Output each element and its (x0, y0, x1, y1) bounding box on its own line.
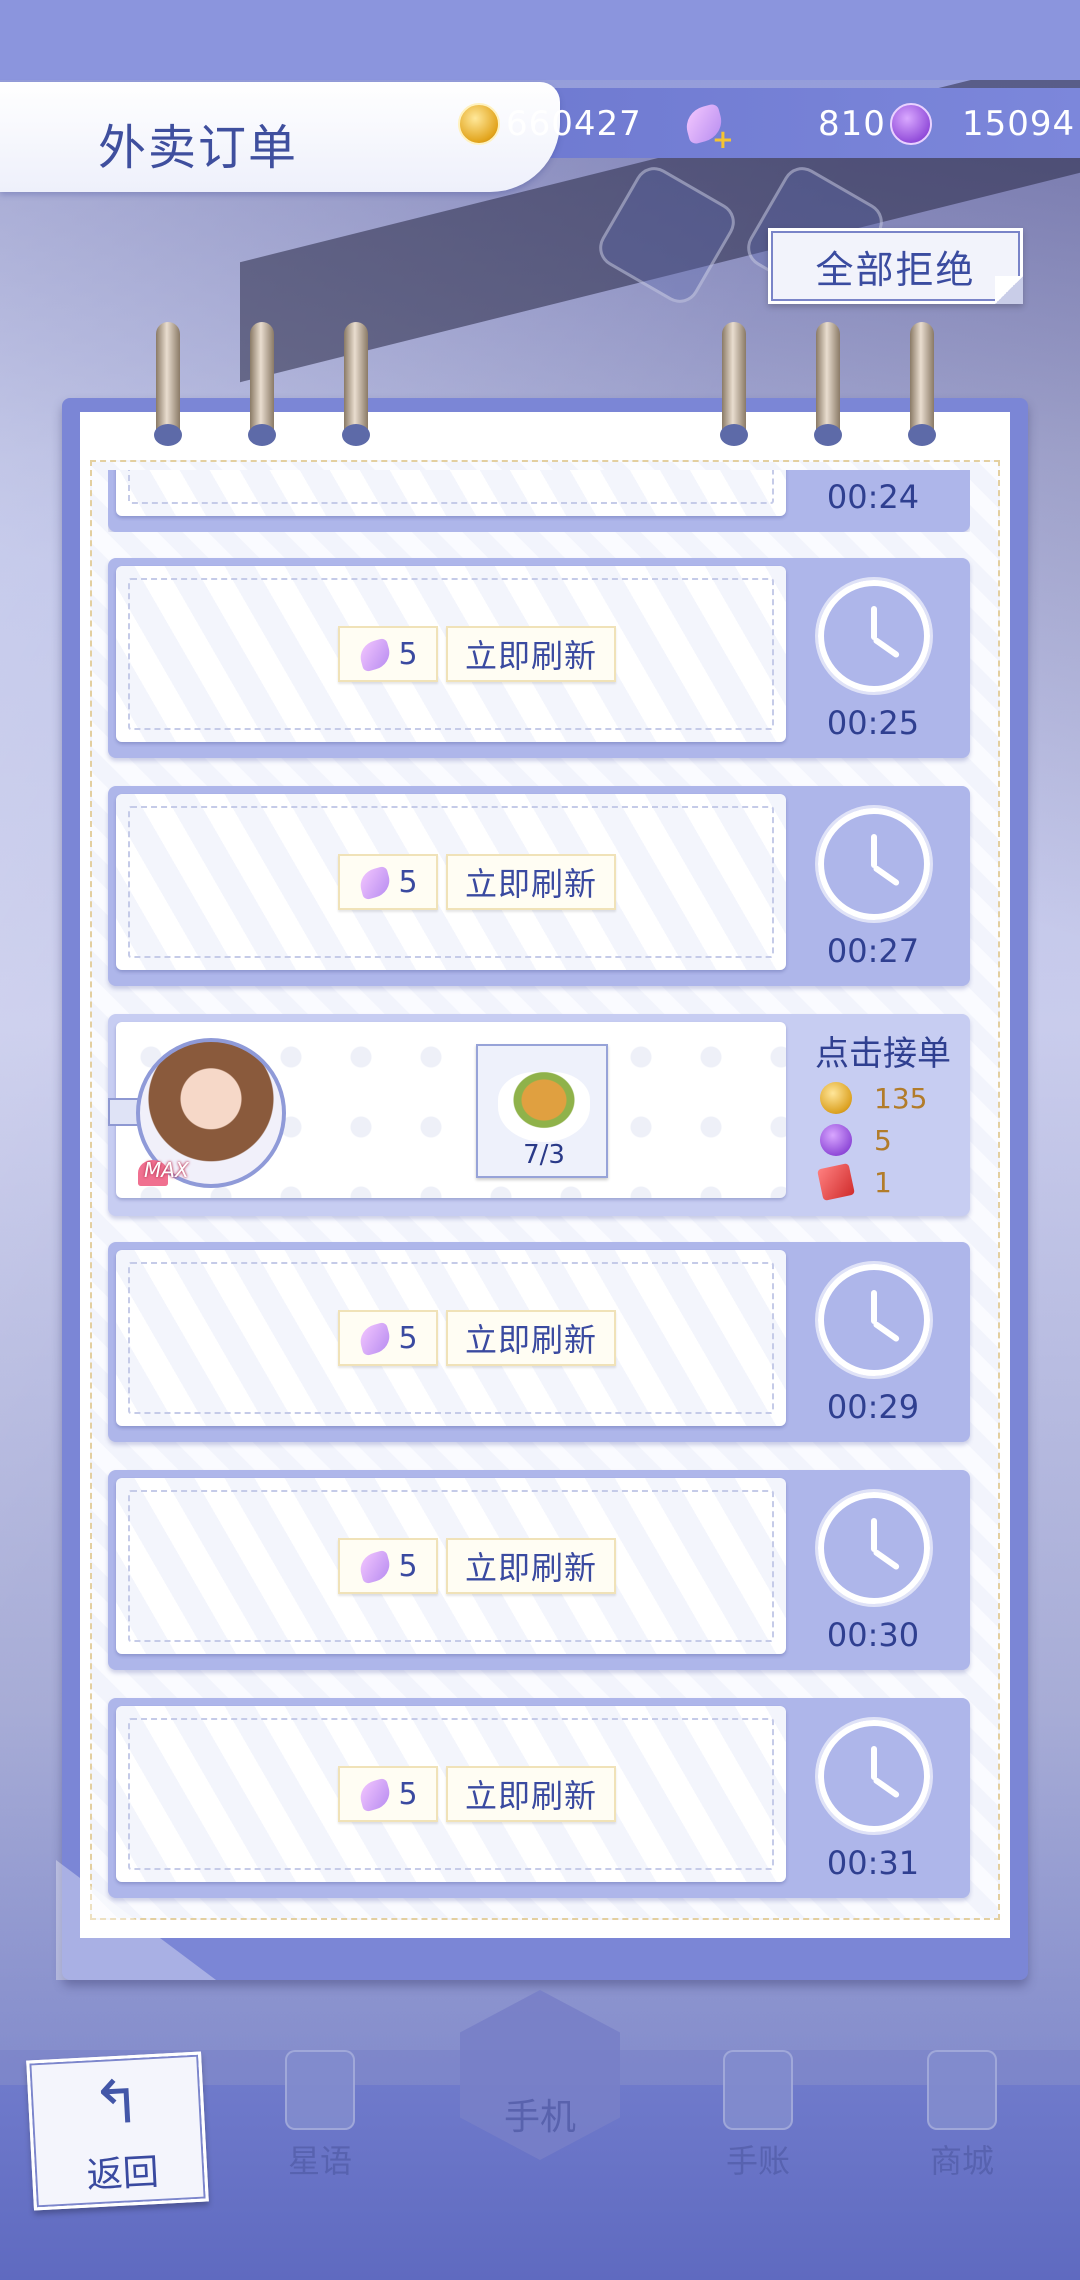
swan-feather-icon (358, 1321, 392, 1355)
order-row: 5 立即刷新 00:31 (108, 1698, 970, 1898)
binder-ring (154, 322, 182, 446)
reward-gold-value: 135 (874, 1081, 928, 1115)
swan-feather-icon (358, 1549, 392, 1583)
refresh-now-button[interactable]: 立即刷新 (446, 1310, 616, 1366)
order-row: 5 立即刷新 00:29 (108, 1242, 970, 1442)
cards-icon (285, 2050, 355, 2130)
order-card: 5 立即刷新 (116, 794, 786, 970)
gold-coin-icon (458, 103, 500, 145)
reward-ticket: 1 (817, 1162, 892, 1202)
binder-ring (814, 322, 842, 446)
refresh-now-label: 立即刷新 (464, 865, 597, 903)
swan-value: 810 (818, 104, 886, 144)
requested-item[interactable]: 7/3 (476, 1044, 608, 1178)
clock-icon (818, 580, 930, 692)
clock-icon (818, 1492, 930, 1604)
max-badge: MAX (144, 1158, 189, 1182)
back-button[interactable]: ↰ 返回 (26, 2051, 209, 2211)
shop-icon (927, 2050, 997, 2130)
clock-icon (818, 808, 930, 920)
order-timer: 00:30 (826, 1616, 920, 1654)
order-row: 5 立即刷新 00:30 (108, 1470, 970, 1670)
order-timer: 00:29 (826, 1388, 920, 1426)
refresh-now-label: 立即刷新 (464, 1549, 597, 1587)
refresh-now-button[interactable]: 立即刷新 (446, 1766, 616, 1822)
item-count: 7/3 (523, 1140, 565, 1170)
swan-feather-icon (358, 637, 392, 671)
nav-item-shop[interactable]: 商城 (897, 2040, 1027, 2180)
back-arrow-icon: ↰ (89, 2066, 144, 2140)
refresh-cost: 5 (338, 626, 438, 682)
refresh-cost-value: 5 (398, 1320, 418, 1356)
order-card: 5 立即刷新 (116, 1250, 786, 1426)
refresh-cost-value: 5 (398, 636, 418, 672)
reward-gold: 135 (820, 1078, 927, 1118)
refresh-cost: 5 (338, 1538, 438, 1594)
calendar-check-icon (723, 2050, 793, 2130)
swan-feather-plus-icon[interactable]: + (682, 101, 734, 153)
order-row-available[interactable]: MAX 7/3 点击接单 135 5 1 (108, 1014, 970, 1216)
order-row: 5 立即刷新 00:25 (108, 558, 970, 758)
refresh-cost: 5 (338, 1310, 438, 1366)
back-label: 返回 (85, 2151, 160, 2197)
binder-ring (720, 322, 748, 446)
page-fold-corner (995, 276, 1023, 304)
refresh-now-button[interactable]: 立即刷新 (446, 1538, 616, 1594)
order-card: 5 立即刷新 (116, 1478, 786, 1654)
page-title: 外卖订单 (98, 120, 299, 176)
order-row: 5 立即刷新 00:27 (108, 786, 970, 986)
smile-token-icon (820, 1124, 852, 1156)
order-card: 5 立即刷新 (116, 1706, 786, 1882)
smile-token-icon (890, 103, 932, 145)
top-band (0, 0, 1080, 80)
refresh-cost-value: 5 (398, 1548, 418, 1584)
gold-currency[interactable]: 660427 (458, 96, 642, 152)
smile-currency[interactable]: 15094 (890, 96, 1075, 152)
reward-smile: 5 (820, 1120, 892, 1160)
clock-icon (818, 1264, 930, 1376)
binder-ring (342, 322, 370, 446)
nav-item-starwords[interactable]: 星语 (255, 2040, 385, 2180)
refresh-now-button[interactable]: 立即刷新 (446, 626, 616, 682)
nav-label: 商城 (929, 2142, 994, 2180)
refresh-now-label: 立即刷新 (464, 637, 597, 675)
swan-currency[interactable]: + 810 (682, 96, 886, 153)
order-timer: 00:25 (826, 704, 920, 742)
nav-label: 手账 (725, 2142, 790, 2180)
nav-label: 星语 (287, 2142, 352, 2180)
refresh-now-button[interactable]: 立即刷新 (446, 854, 616, 910)
swan-feather-icon (358, 1777, 392, 1811)
refresh-now-label: 立即刷新 (464, 1321, 597, 1359)
order-card: 5 立即刷新 (116, 566, 786, 742)
refresh-now-label: 立即刷新 (464, 1777, 597, 1815)
smile-value: 15094 (962, 104, 1076, 144)
clock-icon (818, 1720, 930, 1832)
accept-order-button[interactable]: 点击接单 (798, 1026, 968, 1075)
reward-smile-value: 5 (874, 1123, 892, 1157)
order-timer: 00:31 (826, 1844, 920, 1882)
nav-item-journal[interactable]: 手账 (693, 2040, 823, 2180)
swan-feather-icon (358, 865, 392, 899)
gold-coin-icon (820, 1082, 852, 1114)
refresh-cost: 5 (338, 1766, 438, 1822)
reject-all-button[interactable]: 全部拒绝 (768, 228, 1023, 304)
refresh-cost-value: 5 (398, 1776, 418, 1812)
ticket-icon (817, 1163, 855, 1201)
order-timer: 00:27 (826, 932, 920, 970)
reject-all-label: 全部拒绝 (815, 247, 976, 292)
gold-value: 660427 (506, 104, 642, 144)
binder-ring (248, 322, 276, 446)
order-card[interactable]: MAX 7/3 (108, 1022, 786, 1198)
order-timer: 00:24 (826, 478, 920, 516)
dish-icon (498, 1072, 590, 1142)
binder-ring (908, 322, 936, 446)
refresh-cost: 5 (338, 854, 438, 910)
refresh-cost-value: 5 (398, 864, 418, 900)
reward-ticket-value: 1 (874, 1165, 892, 1199)
